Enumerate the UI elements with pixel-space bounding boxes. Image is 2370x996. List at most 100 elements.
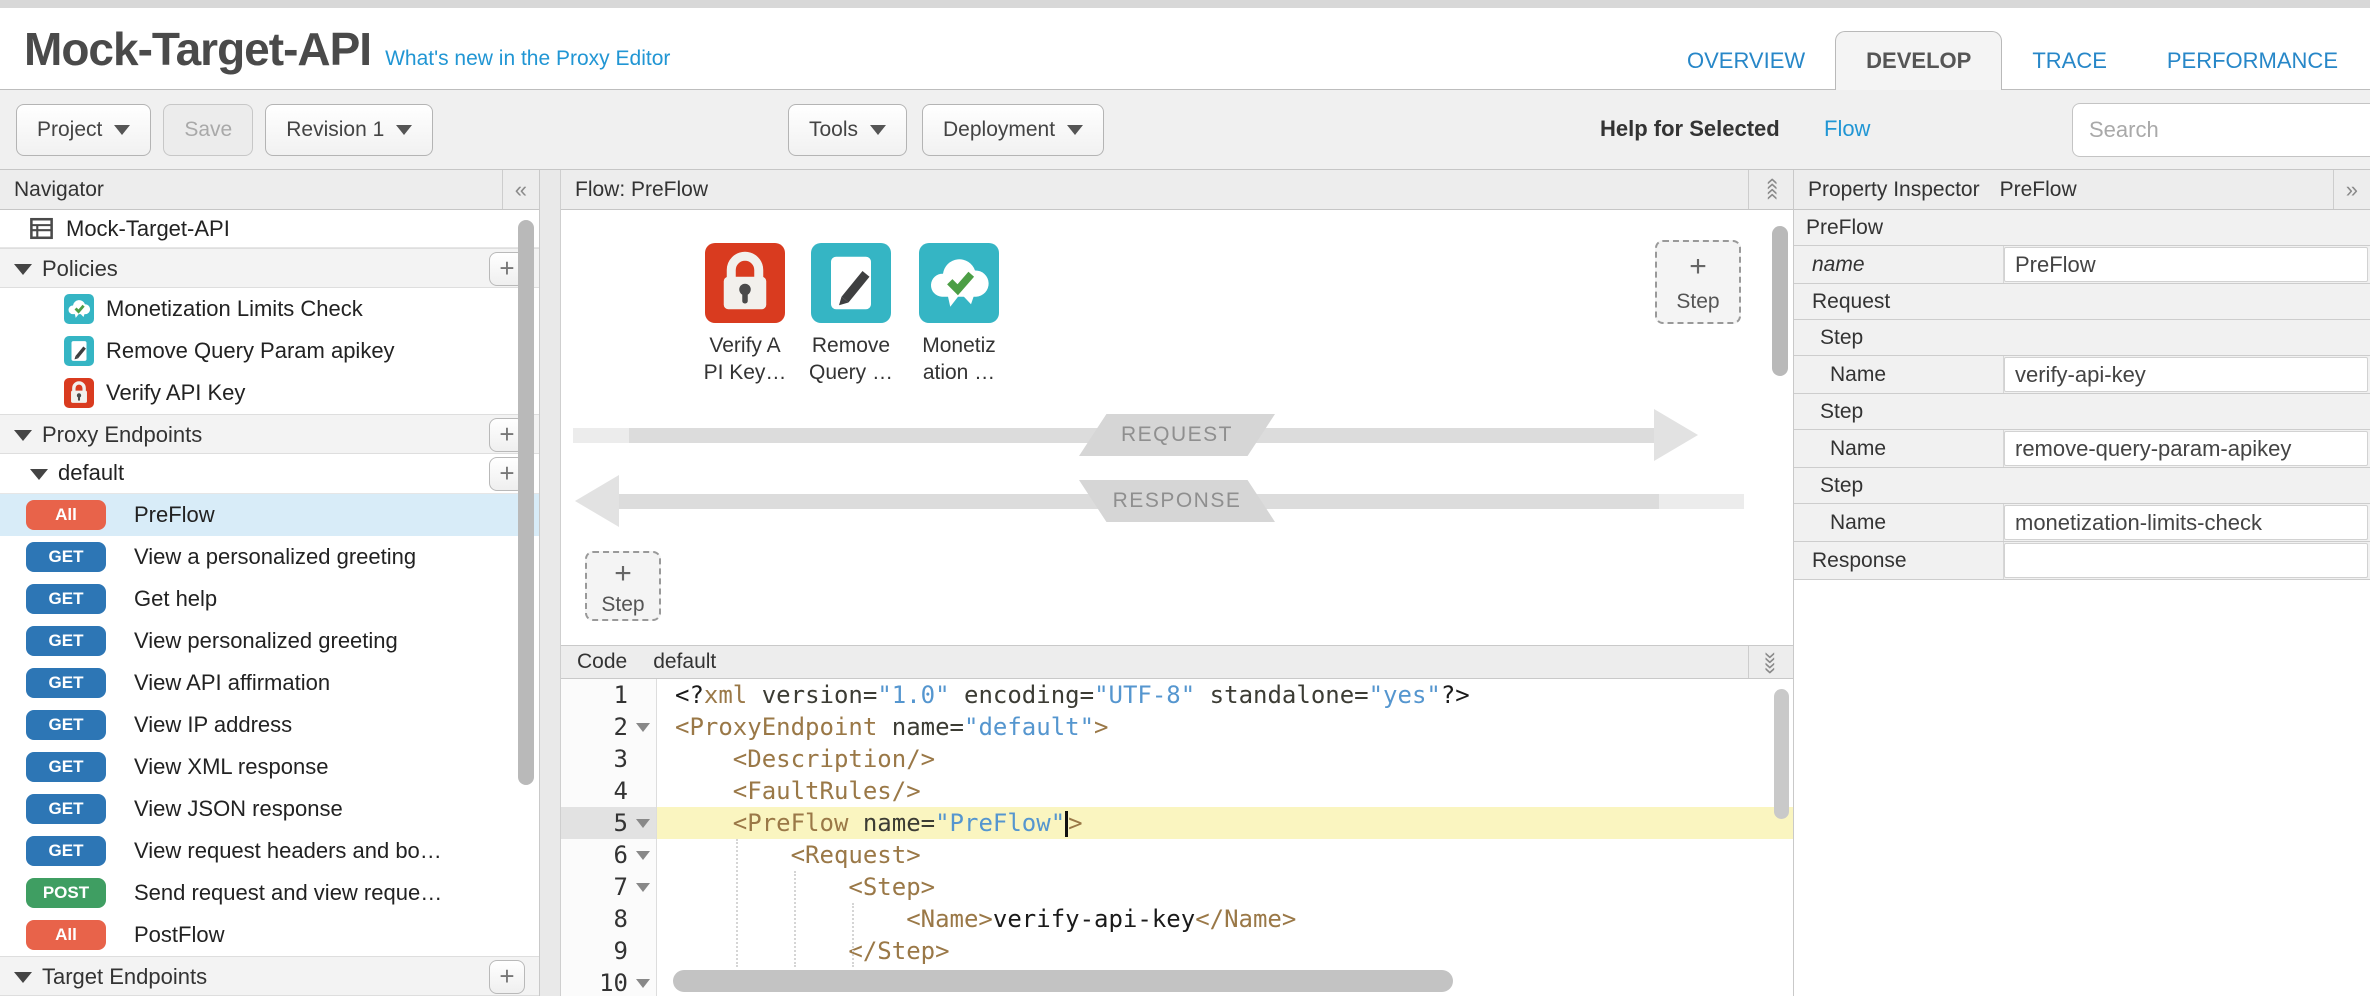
inspector-field-label-cell: name	[1794, 246, 2004, 283]
flow-list-item[interactable]: GETView request headers and bo…	[0, 830, 539, 872]
inspector-field-label: Response	[1794, 549, 1907, 573]
panel-splitter[interactable]	[540, 170, 561, 996]
navigator-root-label: Mock-Target-API	[66, 216, 230, 242]
policy-item[interactable]: Remove Query Param apikey	[0, 330, 539, 372]
fold-triangle-icon[interactable]	[636, 819, 650, 828]
search-input[interactable]	[2072, 103, 2370, 157]
pencil-icon	[811, 243, 891, 323]
add-step-button-request[interactable]: + Step	[1655, 240, 1741, 324]
collapse-triangle-icon[interactable]	[14, 430, 32, 441]
code-token: name=	[892, 713, 964, 741]
fold-triangle-icon[interactable]	[636, 851, 650, 860]
policy-item[interactable]: Verify API Key	[0, 372, 539, 414]
indent-guide	[852, 903, 854, 967]
flow-list-item[interactable]: GETView IP address	[0, 704, 539, 746]
revision-menu-button[interactable]: Revision 1	[265, 104, 433, 156]
inspector-field-value[interactable]: remove-query-param-apikey	[2004, 431, 2368, 466]
add-target-endpoint-button[interactable]: +	[489, 960, 525, 994]
code-vertical-scrollbar[interactable]	[1774, 689, 1789, 819]
inspector-section-row[interactable]: Request	[1794, 284, 2370, 320]
whats-new-link[interactable]: What's new in the Proxy Editor	[385, 47, 670, 71]
flow-step-cloud-check[interactable]	[919, 243, 999, 323]
code-line[interactable]: 5 <PreFlow name="PreFlow">	[561, 807, 1793, 839]
code-line[interactable]: 6 <Request>	[561, 839, 1793, 871]
code-line[interactable]: 8 <Name>verify-api-key</Name>	[561, 903, 1793, 935]
inspector-field-label: name	[1794, 253, 1865, 277]
save-button[interactable]: Save	[163, 104, 253, 156]
flow-canvas-scrollbar[interactable]	[1772, 226, 1788, 376]
inspector-field-value[interactable]: PreFlow	[2004, 247, 2368, 282]
code-token: xml	[704, 681, 747, 709]
flow-list-item[interactable]: GETView personalized greeting	[0, 620, 539, 662]
add-step-button-response[interactable]: + Step	[585, 551, 661, 621]
proxy-endpoints-section-header[interactable]: Proxy Endpoints +	[0, 414, 539, 454]
collapse-triangle-icon[interactable]	[14, 264, 32, 275]
tab-overview[interactable]: OVERVIEW	[1657, 32, 1835, 90]
fold-triangle-icon[interactable]	[636, 979, 650, 988]
collapse-triangle-icon[interactable]	[30, 469, 48, 480]
inspector-field-value[interactable]: monetization-limits-check	[2004, 505, 2368, 540]
inspector-field-label-cell: Name	[1794, 430, 2004, 467]
flow-step-pencil[interactable]	[811, 243, 891, 323]
tab-develop[interactable]: DEVELOP	[1835, 31, 2002, 90]
flow-list-item[interactable]: GETView XML response	[0, 746, 539, 788]
flow-list-item[interactable]: GETView a personalized greeting	[0, 536, 539, 578]
default-group-label: default	[58, 460, 124, 486]
inspector-field-label-cell: Name	[1794, 356, 2004, 393]
inspector-field-row: Response	[1794, 542, 2370, 580]
code-horizontal-scrollbar[interactable]	[673, 970, 1453, 992]
policy-item-label: Verify API Key	[106, 380, 245, 406]
inspector-section-row[interactable]: Step	[1794, 394, 2370, 430]
code-token: <Name>	[675, 905, 993, 933]
flow-item-label: View XML response	[134, 754, 328, 780]
collapse-navigator-button[interactable]: «	[502, 170, 539, 209]
code-line[interactable]: 2<ProxyEndpoint name="default">	[561, 711, 1793, 743]
tab-performance[interactable]: PERFORMANCE	[2137, 32, 2368, 90]
inspector-section-row[interactable]: PreFlow	[1794, 210, 2370, 246]
code-editor[interactable]: 1<?xml version="1.0" encoding="UTF-8" st…	[561, 679, 1793, 996]
inspector-field-value[interactable]	[2004, 543, 2368, 578]
collapse-code-panel-button[interactable]: »»	[1748, 646, 1793, 678]
inspector-section-row[interactable]: Step	[1794, 320, 2370, 356]
add-step-label: Step	[1657, 290, 1739, 314]
code-line[interactable]: 1<?xml version="1.0" encoding="UTF-8" st…	[561, 679, 1793, 711]
navigator-scrollbar[interactable]	[518, 220, 534, 785]
collapse-flow-panel-button[interactable]: »»	[1748, 170, 1793, 209]
code-token: "UTF-8"	[1094, 681, 1195, 709]
code-line-content: <FaultRules/>	[657, 775, 1793, 807]
policy-item[interactable]: Monetization Limits Check	[0, 288, 539, 330]
flow-list-item[interactable]: GETView JSON response	[0, 788, 539, 830]
help-flow-link[interactable]: Flow	[1824, 116, 1870, 142]
flow-list-item[interactable]: AllPostFlow	[0, 914, 539, 956]
code-line[interactable]: 4 <FaultRules/>	[561, 775, 1793, 807]
project-menu-button[interactable]: Project	[16, 104, 151, 156]
deployment-menu-button[interactable]: Deployment	[922, 104, 1104, 156]
flow-list-item[interactable]: POSTSend request and view reque…	[0, 872, 539, 914]
navigator-root-item[interactable]: Mock-Target-API	[0, 210, 539, 248]
policies-section-header[interactable]: Policies +	[0, 248, 539, 288]
collapse-inspector-button[interactable]: »	[2333, 170, 2370, 209]
inspector-field-value[interactable]: verify-api-key	[2004, 357, 2368, 392]
tools-menu-button[interactable]: Tools	[788, 104, 907, 156]
flow-list-item[interactable]: AllPreFlow	[0, 494, 539, 536]
code-line[interactable]: 7 <Step>	[561, 871, 1793, 903]
add-step-label: Step	[587, 593, 659, 617]
flow-step-lock[interactable]	[705, 243, 785, 323]
cloud-check-icon	[919, 243, 999, 323]
code-line[interactable]: 9 </Step>	[561, 935, 1793, 967]
chevron-down-icon: »»	[1758, 652, 1784, 672]
inspector-section-label: Request	[1794, 290, 1890, 314]
target-endpoints-section-header[interactable]: Target Endpoints +	[0, 956, 539, 996]
caret-down-icon	[396, 125, 412, 135]
flow-list-item[interactable]: GETGet help	[0, 578, 539, 620]
fold-triangle-icon[interactable]	[636, 883, 650, 892]
tab-trace[interactable]: TRACE	[2002, 32, 2137, 90]
flow-diagram-canvas: + Step Verify API Key…RemoveQuery …Monet…	[561, 210, 1793, 645]
code-line[interactable]: 3 <Description/>	[561, 743, 1793, 775]
flow-list-item[interactable]: GETView API affirmation	[0, 662, 539, 704]
inspector-field-row: Nameverify-api-key	[1794, 356, 2370, 394]
proxy-endpoint-default-group[interactable]: default +	[0, 454, 539, 494]
inspector-section-row[interactable]: Step	[1794, 468, 2370, 504]
fold-triangle-icon[interactable]	[636, 723, 650, 732]
collapse-triangle-icon[interactable]	[14, 972, 32, 983]
